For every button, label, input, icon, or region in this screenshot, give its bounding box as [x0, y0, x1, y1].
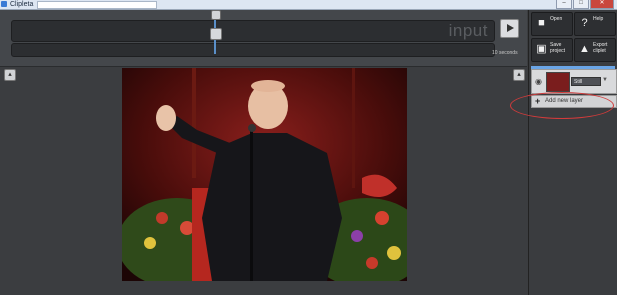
duration-label: 10 seconds [492, 50, 518, 56]
title-field[interactable] [37, 1, 157, 9]
folder-icon: ■ [538, 17, 545, 29]
input-track[interactable]: input [11, 20, 495, 42]
save-project-label: Save project [550, 42, 566, 54]
right-corner-icon[interactable]: ▴ [513, 69, 525, 81]
maximize-button[interactable]: □ [573, 0, 589, 9]
save-project-button[interactable]: ▣ Save project [531, 38, 573, 62]
chevron-down-icon[interactable]: ▼ [602, 77, 608, 83]
layer-thumbnail [546, 72, 570, 92]
layer-track[interactable] [11, 43, 495, 57]
minimize-button[interactable]: – [556, 0, 572, 9]
input-track-label: input [448, 21, 488, 40]
title-bar: Clipleta – □ ✕ [0, 0, 617, 10]
playhead-handle[interactable] [210, 28, 222, 40]
export-icon: ▲ [579, 43, 590, 55]
layer-name-field[interactable]: Still [571, 77, 601, 86]
question-icon: ? [581, 17, 588, 29]
open-button-label: Open [550, 16, 563, 22]
window-title: Clipleta [10, 1, 34, 8]
left-corner-icon[interactable]: ▴ [4, 69, 16, 81]
layer-item[interactable]: ◉ Still ▼ [531, 69, 617, 94]
playhead-top-handle[interactable] [211, 10, 221, 20]
video-frame-image [122, 68, 407, 281]
open-button[interactable]: ■ Open [531, 12, 573, 36]
play-button[interactable] [500, 19, 519, 38]
window-controls: – □ ✕ [556, 0, 614, 9]
eye-icon[interactable]: ◉ [535, 77, 542, 86]
close-button[interactable]: ✕ [590, 0, 614, 9]
annotation-ellipse [510, 92, 614, 119]
video-preview[interactable] [122, 68, 407, 281]
help-button[interactable]: ? Help [574, 12, 616, 36]
app-icon [1, 1, 7, 7]
help-button-label: Help [593, 16, 604, 22]
disk-icon: ▣ [536, 43, 547, 55]
timeline-panel: input 10 seconds [0, 10, 527, 67]
export-cliplet-label: Export cliplet [593, 42, 608, 54]
export-cliplet-button[interactable]: ▲ Export cliplet [574, 38, 616, 62]
